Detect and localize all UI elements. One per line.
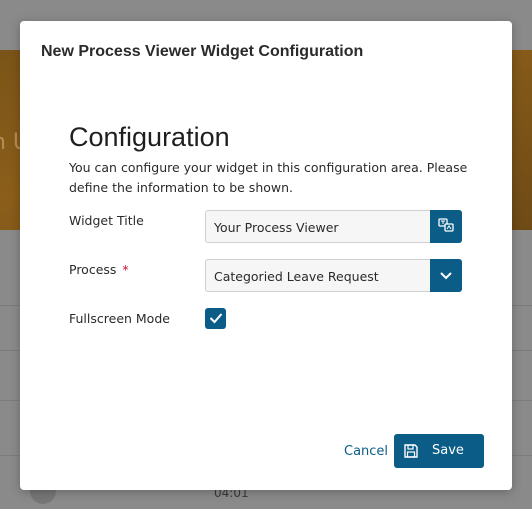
chevron-down-icon xyxy=(439,266,453,285)
fullscreen-label: Fullscreen Mode xyxy=(69,311,170,326)
widget-title-field[interactable]: Your Process Viewer xyxy=(205,210,462,243)
translate-icon xyxy=(438,217,454,237)
dialog-title: New Process Viewer Widget Configuration xyxy=(41,43,364,60)
process-label: Process * xyxy=(69,262,129,277)
cancel-button[interactable]: Cancel xyxy=(344,444,388,459)
process-select[interactable]: Categoried Leave Request xyxy=(205,259,462,292)
widget-title-value[interactable]: Your Process Viewer xyxy=(214,220,339,235)
fullscreen-checkbox[interactable] xyxy=(205,308,226,329)
translate-button[interactable] xyxy=(430,210,462,243)
widget-title-label: Widget Title xyxy=(69,213,144,228)
widget-config-dialog: New Process Viewer Widget Configuration … xyxy=(20,21,512,490)
process-value[interactable]: Categoried Leave Request xyxy=(214,269,379,284)
save-button[interactable]: Save xyxy=(394,434,484,468)
process-label-text: Process xyxy=(69,262,117,277)
required-marker: * xyxy=(122,262,129,277)
section-description: You can configure your widget in this co… xyxy=(69,160,468,195)
save-icon xyxy=(403,443,419,463)
process-dropdown-button[interactable] xyxy=(430,259,462,292)
section-heading: Configuration xyxy=(69,122,230,152)
save-label: Save xyxy=(432,443,464,458)
checkmark-icon xyxy=(209,309,223,328)
